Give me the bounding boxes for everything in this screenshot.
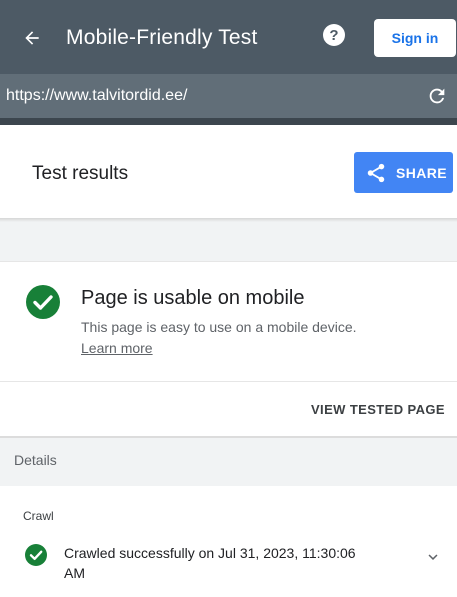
learn-more-link[interactable]: Learn more bbox=[81, 340, 153, 356]
view-tested-page-button[interactable]: VIEW TESTED PAGE bbox=[311, 402, 445, 417]
app-title: Mobile-Friendly Test bbox=[66, 26, 258, 49]
chevron-down-icon[interactable] bbox=[424, 548, 442, 566]
share-button[interactable]: SHARE bbox=[354, 152, 453, 193]
details-header: Details bbox=[0, 436, 457, 486]
view-tested-page-bar: VIEW TESTED PAGE bbox=[0, 381, 457, 437]
crawl-status-row[interactable]: Crawled successfully on Jul 31, 2023, 11… bbox=[0, 540, 457, 590]
details-label: Details bbox=[14, 452, 57, 468]
url-bar: https://www.talvitordid.ee/ bbox=[0, 74, 457, 118]
results-header: Test results SHARE bbox=[0, 125, 457, 220]
crawl-label: Crawl bbox=[23, 509, 54, 523]
url-bar-shadow bbox=[0, 118, 457, 125]
check-circle-icon bbox=[25, 544, 47, 566]
app-bar: Mobile-Friendly Test ? Sign in bbox=[0, 0, 457, 74]
verdict-title: Page is usable on mobile bbox=[81, 287, 305, 309]
tested-url[interactable]: https://www.talvitordid.ee/ bbox=[6, 87, 187, 105]
sign-in-button[interactable]: Sign in bbox=[374, 19, 456, 57]
help-icon[interactable]: ? bbox=[323, 24, 345, 46]
results-title: Test results bbox=[32, 163, 129, 184]
reload-icon bbox=[429, 88, 445, 104]
spacer-band bbox=[0, 222, 457, 261]
crawl-section: Crawl Crawled successfully on Jul 31, 20… bbox=[0, 486, 457, 597]
reload-button[interactable] bbox=[425, 84, 449, 108]
arrow-left-icon bbox=[25, 31, 39, 45]
verdict-card: Page is usable on mobile This page is ea… bbox=[0, 261, 457, 382]
crawl-status-text: Crawled successfully on Jul 31, 2023, 11… bbox=[64, 545, 356, 581]
verdict-description: This page is easy to use on a mobile dev… bbox=[81, 319, 357, 335]
share-label: SHARE bbox=[396, 164, 448, 181]
share-icon bbox=[367, 163, 385, 182]
back-button[interactable] bbox=[18, 24, 46, 52]
check-circle-icon bbox=[26, 285, 60, 319]
